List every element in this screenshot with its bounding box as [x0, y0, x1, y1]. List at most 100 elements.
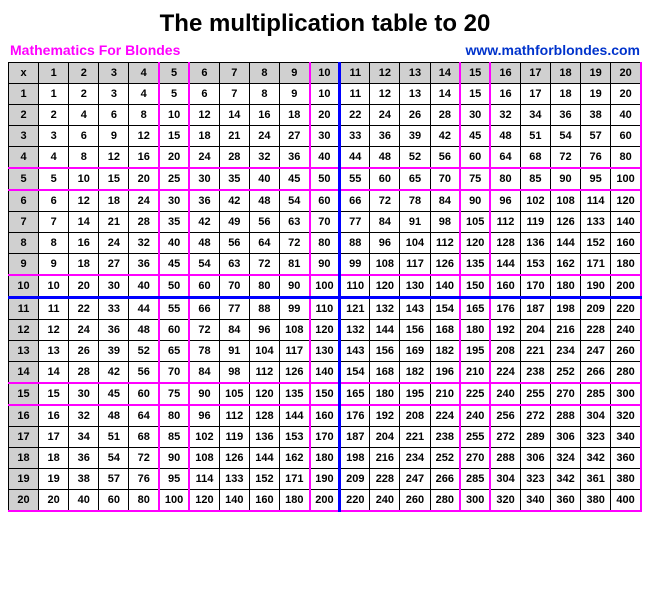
cell: 28: [430, 105, 460, 126]
cell: 228: [370, 469, 400, 490]
cell: 340: [520, 490, 550, 512]
cell: 228: [581, 320, 611, 341]
row-header: 10: [9, 275, 39, 298]
cell: 112: [490, 212, 520, 233]
cell: 2: [69, 84, 99, 105]
cell: 95: [581, 168, 611, 190]
cell: 120: [189, 490, 219, 512]
cell: 48: [370, 147, 400, 169]
cell: 6: [39, 190, 69, 212]
cell: 26: [400, 105, 430, 126]
cell: 76: [129, 469, 159, 490]
cell: 119: [520, 212, 550, 233]
cell: 16: [39, 405, 69, 427]
cell: 96: [189, 405, 219, 427]
cell: 15: [99, 168, 129, 190]
cell: 18: [39, 448, 69, 469]
cell: 45: [99, 383, 129, 405]
cell: 96: [490, 190, 520, 212]
cell: 204: [370, 427, 400, 448]
col-header: 5: [159, 63, 189, 84]
cell: 60: [611, 126, 641, 147]
cell: 60: [370, 168, 400, 190]
cell: 180: [611, 254, 641, 276]
row-header: 12: [9, 320, 39, 341]
cell: 24: [69, 320, 99, 341]
cell: 240: [490, 383, 520, 405]
cell: 3: [39, 126, 69, 147]
cell: 32: [129, 233, 159, 254]
cell: 50: [310, 168, 340, 190]
cell: 150: [460, 275, 490, 298]
cell: 11: [340, 84, 370, 105]
col-header: 8: [249, 63, 279, 84]
cell: 42: [430, 126, 460, 147]
cell: 36: [99, 320, 129, 341]
cell: 90: [159, 448, 189, 469]
cell: 180: [370, 383, 400, 405]
cell: 320: [611, 405, 641, 427]
row-header: 1: [9, 84, 39, 105]
row-header: 14: [9, 362, 39, 384]
cell: 65: [400, 168, 430, 190]
cell: 20: [159, 147, 189, 169]
cell: 48: [99, 405, 129, 427]
cell: 6: [99, 105, 129, 126]
col-header: 12: [370, 63, 400, 84]
cell: 84: [370, 212, 400, 233]
cell: 42: [99, 362, 129, 384]
cell: 288: [550, 405, 580, 427]
cell: 187: [340, 427, 370, 448]
cell: 45: [460, 126, 490, 147]
cell: 90: [189, 383, 219, 405]
cell: 8: [249, 84, 279, 105]
cell: 48: [129, 320, 159, 341]
cell: 208: [400, 405, 430, 427]
cell: 27: [99, 254, 129, 276]
cell: 306: [520, 448, 550, 469]
cell: 108: [189, 448, 219, 469]
cell: 12: [39, 320, 69, 341]
cell: 56: [430, 147, 460, 169]
cell: 216: [370, 448, 400, 469]
cell: 133: [219, 469, 249, 490]
cell: 66: [340, 190, 370, 212]
cell: 180: [460, 320, 490, 341]
cell: 112: [249, 362, 279, 384]
cell: 120: [310, 320, 340, 341]
cell: 196: [430, 362, 460, 384]
cell: 5: [159, 84, 189, 105]
cell: 12: [370, 84, 400, 105]
cell: 84: [430, 190, 460, 212]
cell: 105: [460, 212, 490, 233]
page-title: The multiplication table to 20: [8, 10, 642, 38]
cell: 224: [430, 405, 460, 427]
cell: 54: [189, 254, 219, 276]
cell: 272: [490, 427, 520, 448]
col-header: 17: [520, 63, 550, 84]
cell: 80: [611, 147, 641, 169]
cell: 11: [39, 298, 69, 320]
cell: 20: [39, 490, 69, 512]
cell: 90: [550, 168, 580, 190]
cell: 280: [611, 362, 641, 384]
cell: 100: [611, 168, 641, 190]
cell: 256: [490, 405, 520, 427]
cell: 180: [550, 275, 580, 298]
cell: 16: [129, 147, 159, 169]
cell: 110: [340, 275, 370, 298]
cell: 144: [279, 405, 309, 427]
cell: 60: [159, 320, 189, 341]
cell: 108: [370, 254, 400, 276]
cell: 108: [279, 320, 309, 341]
corner-cell: x: [9, 63, 39, 84]
cell: 340: [611, 427, 641, 448]
cell: 70: [430, 168, 460, 190]
cell: 104: [249, 341, 279, 362]
cell: 60: [99, 490, 129, 512]
row-header: 19: [9, 469, 39, 490]
cell: 7: [219, 84, 249, 105]
cell: 192: [490, 320, 520, 341]
cell: 78: [189, 341, 219, 362]
cell: 9: [279, 84, 309, 105]
